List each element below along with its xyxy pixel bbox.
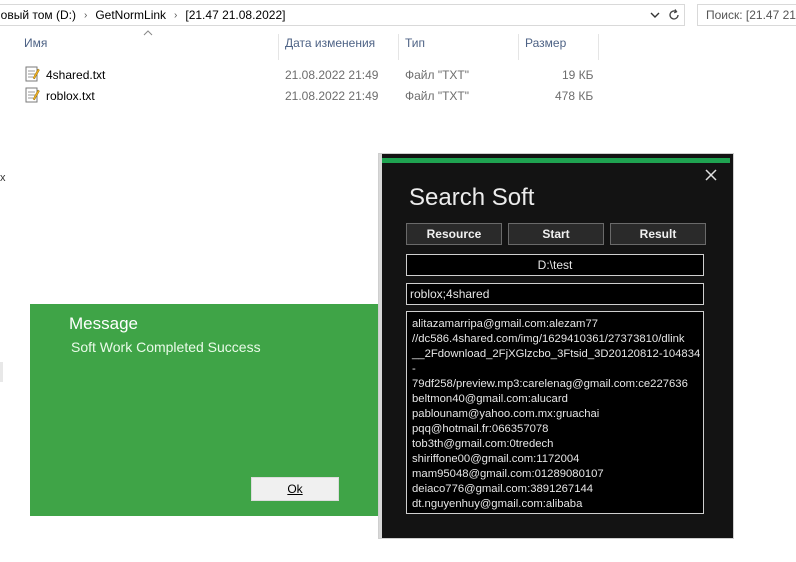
chevron-right-icon: › [174,9,178,21]
window-frame [379,154,382,538]
search-input[interactable]: Поиск: [21.47 21.08.2022] [697,4,796,26]
message-text: Soft Work Completed Success [71,339,261,355]
result-line: pqq@hotmail.fr:066357078 [412,423,549,435]
accent-bar [382,158,730,163]
column-header-size[interactable]: Размер [525,36,566,58]
sort-ascending-icon [143,30,153,36]
address-bar[interactable]: Новый том (D:) › GetNormLink › [21.47 21… [0,4,685,26]
breadcrumb-current[interactable]: [21.47 21.08.2022] [185,8,285,22]
file-size: 478 КБ [555,89,594,103]
keywords-input[interactable]: roblox;4shared [406,283,704,305]
result-line: dt.nguyenhuy@gmail.com:alibaba [412,498,583,510]
column-divider[interactable] [398,34,399,60]
column-header-name[interactable]: Имя [24,36,47,58]
result-line: alitazamarripa@gmail.com:alezam77 [412,318,599,330]
app-title: Search Soft [409,184,535,211]
file-type: Файл "TXT" [405,89,470,103]
column-header-modified[interactable]: Дата изменения [285,36,375,58]
file-name[interactable]: roblox.txt [46,89,95,103]
ok-button[interactable]: Ok [251,477,339,501]
resource-button[interactable]: Resource [406,223,502,245]
text-file-icon [25,66,40,82]
result-line: pablounam@yahoo.com.mx:gruachai [412,408,600,420]
result-line: //dc586.4shared.com/img/1629410361/27373… [412,333,685,345]
close-icon[interactable] [704,168,718,182]
path-input[interactable]: D:\test [406,254,704,276]
message-dialog: Message Soft Work Completed Success Ok [30,304,378,516]
result-line: beltmon40@gmail.com:alucard [412,393,568,405]
result-button[interactable]: Result [610,223,706,245]
column-divider[interactable] [598,34,599,60]
left-edge-glyph: x [0,172,6,184]
chevron-down-icon[interactable] [648,8,662,22]
column-divider[interactable] [278,34,279,60]
file-name[interactable]: 4shared.txt [46,68,105,82]
result-line: - [412,363,416,375]
result-line: __2Fdownload_2FjXGlzcbo_3Ftsid_3D2012081… [412,348,701,360]
result-line: mam95048@gmail.com:01289080107 [412,468,604,480]
result-line: tob3th@gmail.com:0tredech [412,438,554,450]
result-line: deiaco776@gmail.com:3891267144 [412,483,594,495]
results-textarea[interactable]: alitazamarripa@gmail.com:alezam77 //dc58… [406,311,704,514]
refresh-icon[interactable] [667,8,681,22]
file-type: Файл "TXT" [405,68,470,82]
result-line: 79df258/preview.mp3:carelenag@gmail.com:… [412,378,688,390]
column-divider[interactable] [518,34,519,60]
message-title: Message [69,314,138,333]
file-size: 19 КБ [562,68,594,82]
start-button[interactable]: Start [508,223,604,245]
text-file-icon [25,87,40,103]
chevron-right-icon: › [84,9,88,21]
breadcrumb-drive[interactable]: Новый том (D:) [0,8,76,22]
file-modified: 21.08.2022 21:49 [285,68,379,82]
search-soft-window: Search Soft Resource Start Result D:\tes… [378,153,734,539]
left-edge-scroll [0,362,3,382]
column-header-type[interactable]: Тип [405,36,425,58]
result-line: shiriffone00@gmail.com:1172004 [412,453,580,465]
file-modified: 21.08.2022 21:49 [285,89,379,103]
breadcrumb-folder[interactable]: GetNormLink [95,8,166,22]
